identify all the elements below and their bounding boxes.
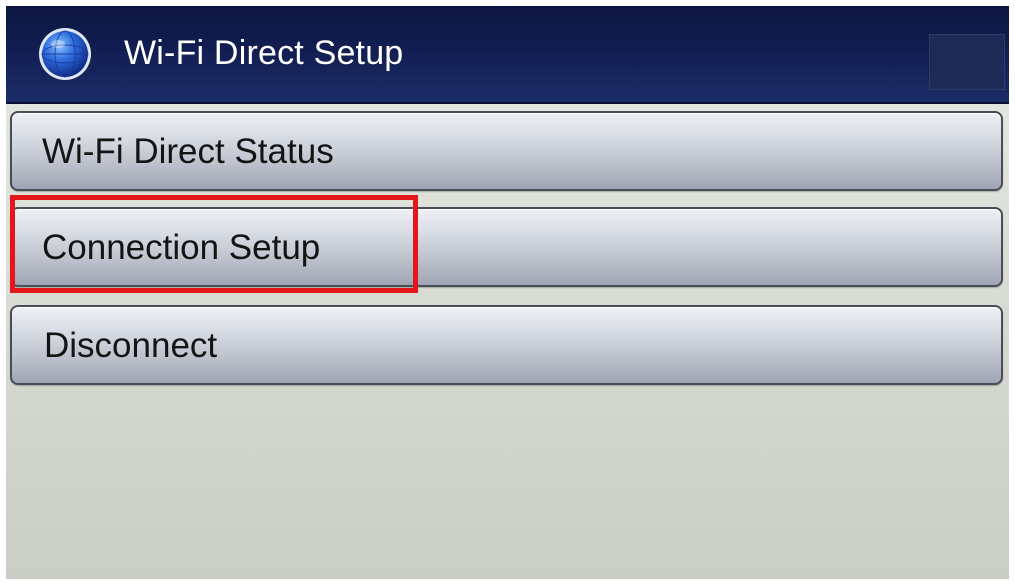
menu-item-label: Connection Setup [42, 228, 321, 267]
title-bar: Wi-Fi Direct Setup [6, 6, 1009, 104]
wifi-direct-status-button[interactable]: Wi-Fi Direct Status [10, 111, 1003, 191]
disconnect-button[interactable]: Disconnect [10, 305, 1003, 385]
status-indicator [929, 34, 1005, 90]
menu-item-label: Disconnect [44, 326, 218, 365]
page-title: Wi-Fi Direct Setup [124, 34, 404, 72]
connection-setup-button[interactable]: Connection Setup [10, 207, 1003, 287]
menu-item-label: Wi-Fi Direct Status [42, 132, 334, 171]
printer-lcd-screen: Wi-Fi Direct Setup Wi-Fi Direct Status C… [6, 6, 1009, 579]
globe-icon [39, 28, 91, 80]
